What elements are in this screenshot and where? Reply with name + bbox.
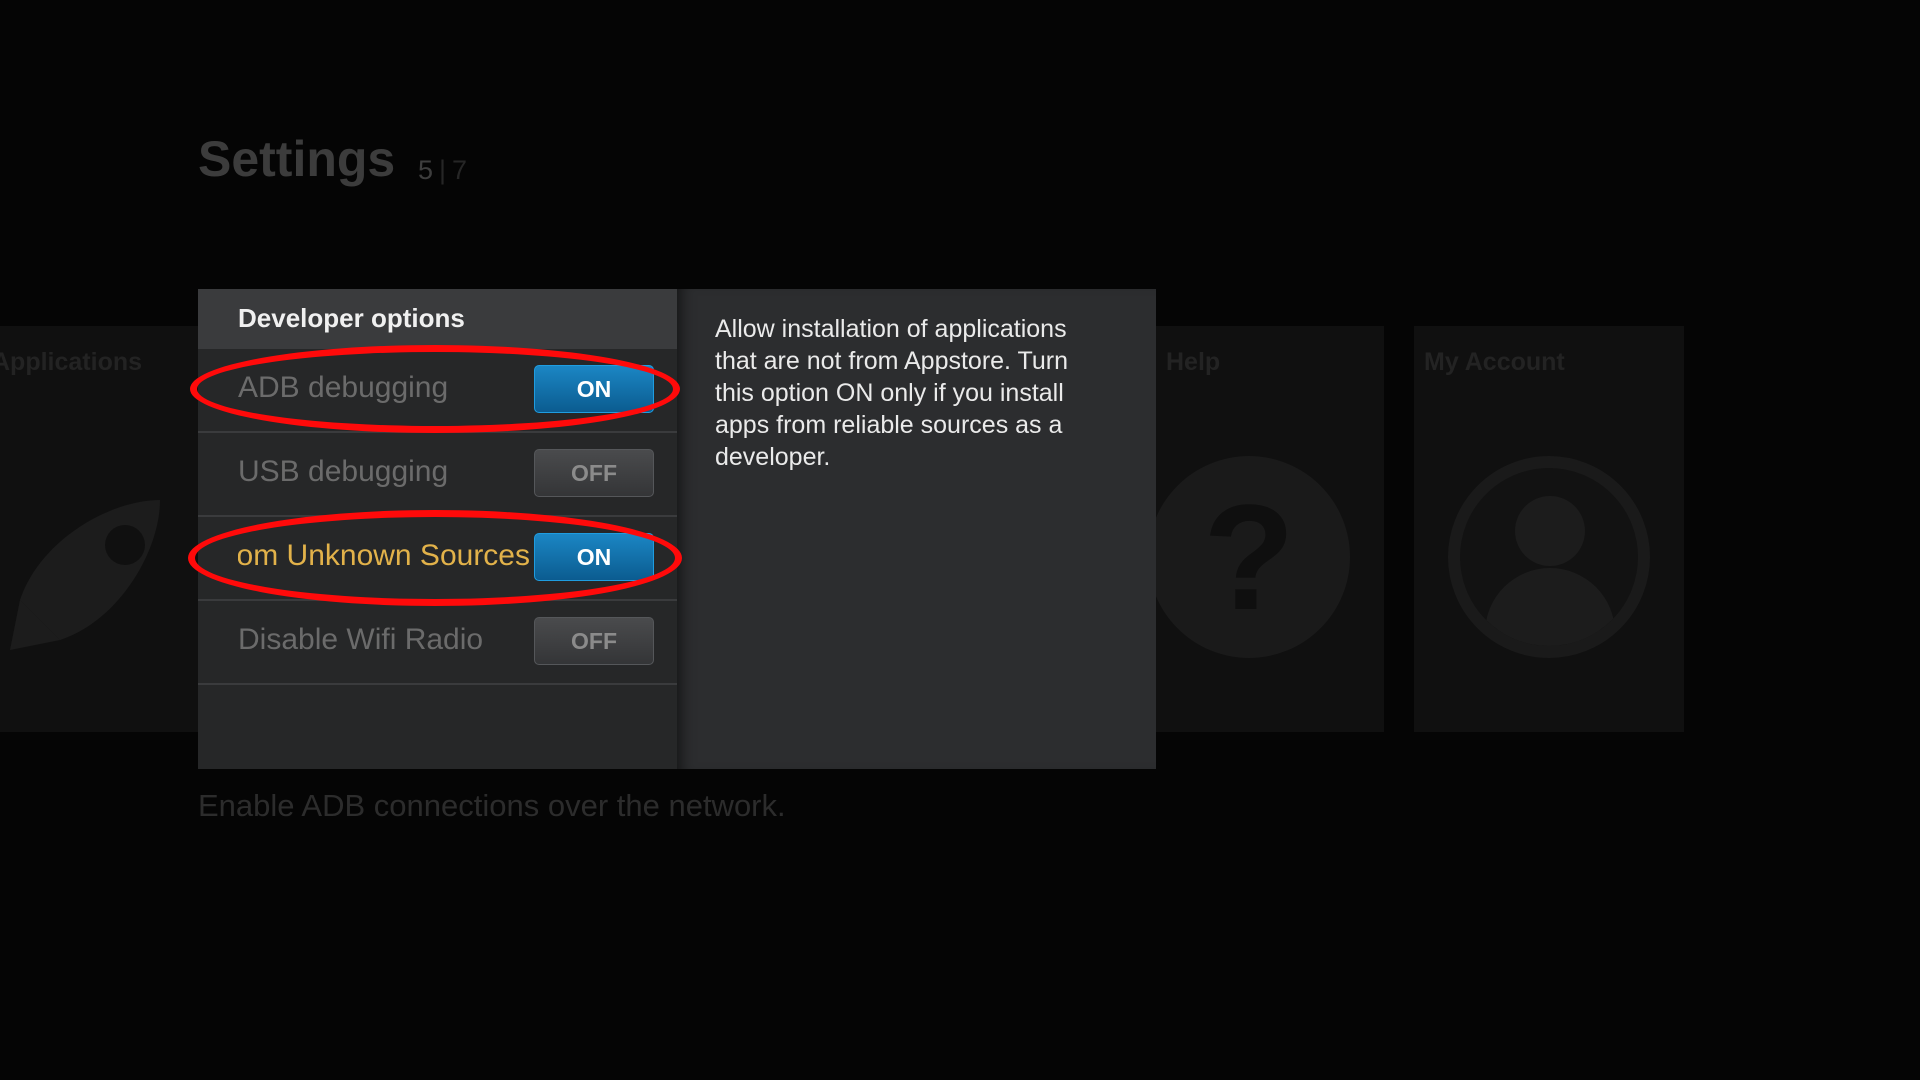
page-indicator: 5 | 7 [418,155,467,186]
option-description: Allow installation of applications that … [715,315,1068,471]
tile-my-account-label: My Account [1424,348,1565,376]
disable-wifi-radio-toggle[interactable]: OFF [534,617,654,665]
help-icon: ? [1148,456,1350,658]
page-total: 7 [452,155,468,185]
usb-debugging-toggle[interactable]: OFF [534,449,654,497]
settings-title: Settings [198,131,396,187]
page-current: 5 [418,155,434,185]
tile-applications-label: Applications [0,348,143,376]
option-adb-debugging-label: ADB debugging [238,371,449,404]
dialog-header: Developer options [198,289,677,349]
description-panel: Allow installation of applications that … [677,289,1156,769]
page-separator: | [439,155,447,185]
adb-debugging-toggle[interactable]: ON [534,365,654,413]
option-unknown-sources[interactable]: Apps from Unknown Sources ON [198,517,677,601]
options-list-panel: Developer options ADB debugging ON USB d… [198,289,677,769]
rocket-icon [10,500,160,650]
option-adb-debugging[interactable]: ADB debugging ON [198,349,677,433]
developer-options-dialog: Developer options ADB debugging ON USB d… [198,289,1156,769]
account-icon [1448,456,1650,658]
option-usb-debugging-label: USB debugging [238,455,449,488]
option-disable-wifi-radio[interactable]: Disable Wifi Radio OFF [198,601,677,685]
option-usb-debugging[interactable]: USB debugging OFF [198,433,677,517]
tile-help-label: Help [1166,348,1221,376]
option-unknown-sources-label: Apps from Unknown Sources [238,539,530,572]
background-caption: Enable ADB connections over the network. [198,788,786,823]
option-disable-wifi-radio-label: Disable Wifi Radio [238,623,484,656]
unknown-sources-toggle[interactable]: ON [534,533,654,581]
